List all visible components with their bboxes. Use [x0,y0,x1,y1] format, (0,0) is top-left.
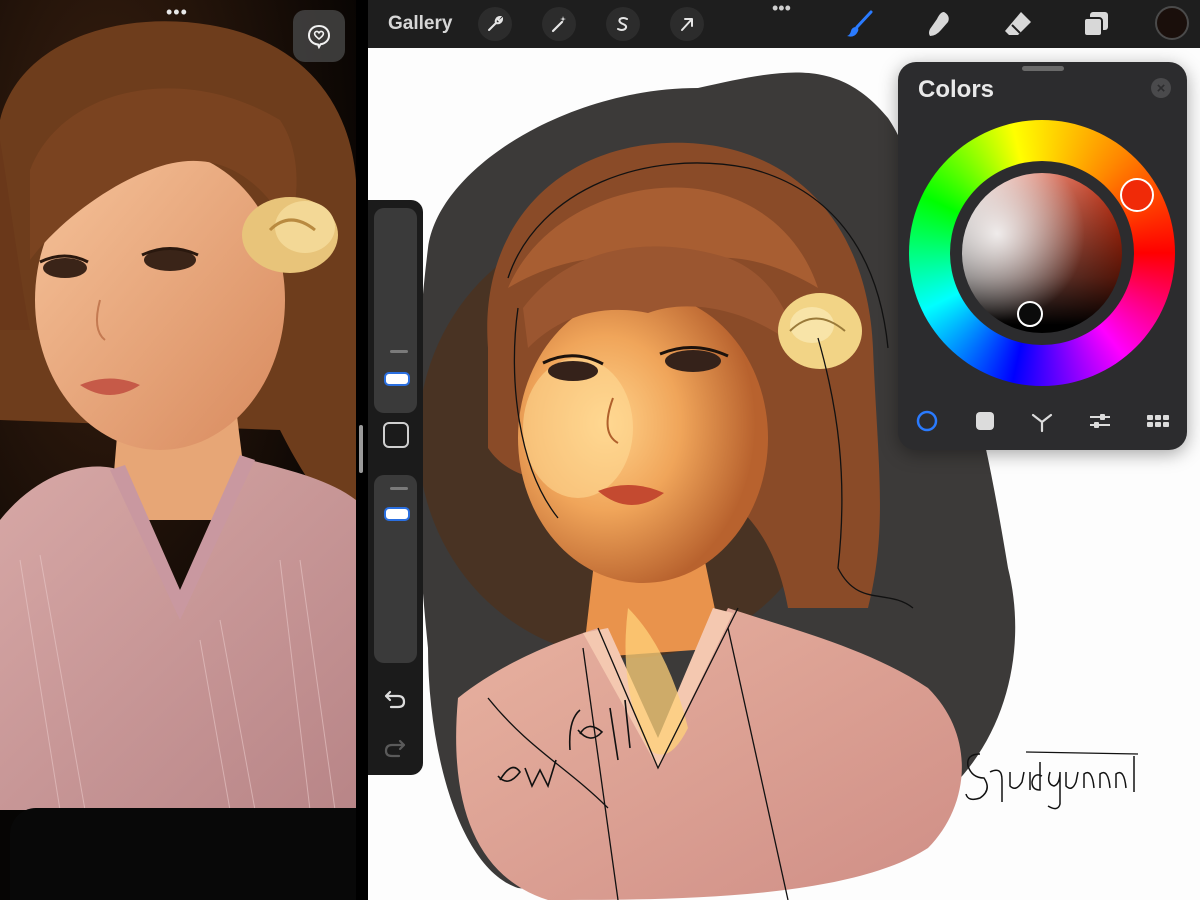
colors-panel: Colors × [898,62,1187,450]
toolbar-more-dots[interactable]: ••• [772,0,791,17]
magic-wand-icon [551,16,566,33]
hue-handle[interactable] [1120,178,1154,212]
reference-panel: ••• [0,0,356,900]
smudge-tool-button[interactable] [920,5,958,43]
opacity-tick [390,487,408,490]
tab-value[interactable] [1087,408,1113,434]
layers-icon [1083,12,1108,37]
handwriting-ew-lol [497,699,631,789]
sidebar-controls [368,200,423,775]
canvas-signature [962,742,1182,812]
transform-button[interactable] [670,7,704,41]
brush-tool-button[interactable] [841,5,879,43]
harmony-icon [1031,413,1053,433]
reference-bottom-bar [10,808,356,900]
modify-button[interactable] [383,422,409,448]
layers-button[interactable] [1077,5,1115,43]
palettes-grid-icon [1147,415,1169,427]
redo-button[interactable] [382,735,408,761]
opacity-handle[interactable] [384,507,410,521]
colors-close-button[interactable]: × [1151,78,1171,98]
color-picker-handle[interactable] [1017,301,1043,327]
color-swatch-button[interactable] [1155,6,1189,40]
signature-handwriting [965,751,1139,810]
colors-panel-grabber[interactable] [1022,66,1064,71]
undo-button[interactable] [382,686,408,712]
tab-classic[interactable] [972,408,998,434]
actions-button[interactable] [478,7,512,41]
classic-square-icon [976,412,994,430]
disc-tab-icon [916,410,938,432]
selection-s-icon [617,17,628,31]
colors-panel-title: Colors [918,76,995,103]
value-sliders-icon [1090,414,1110,428]
reference-menu-dots[interactable]: ••• [166,3,188,21]
smudge-icon [929,12,949,36]
split-view-handle[interactable] [359,425,363,473]
brush-size-handle[interactable] [384,372,410,386]
adjustments-button[interactable] [542,7,576,41]
tab-palettes[interactable] [1145,408,1171,434]
eraser-tool-button[interactable] [999,5,1037,43]
undo-arrow-icon [384,690,406,709]
selection-button[interactable] [606,7,640,41]
opacity-slider[interactable] [374,475,417,663]
heart-speech-icon [307,24,331,49]
brush-size-slider[interactable] [374,208,417,413]
reference-heart-button[interactable] [293,10,345,62]
reference-photo [0,0,356,810]
canvas-handwritten-note [490,690,650,800]
brush-size-tick [390,350,408,353]
tab-disc[interactable] [914,408,940,434]
brush-icon [847,10,873,37]
eraser-icon [1005,12,1031,35]
tab-harmony[interactable] [1029,408,1055,434]
redo-arrow-icon [384,739,406,758]
wrench-icon [488,15,504,31]
transform-arrow-icon [681,18,693,31]
top-toolbar: Gallery ••• [368,0,1200,48]
gallery-button[interactable]: Gallery [388,13,452,35]
